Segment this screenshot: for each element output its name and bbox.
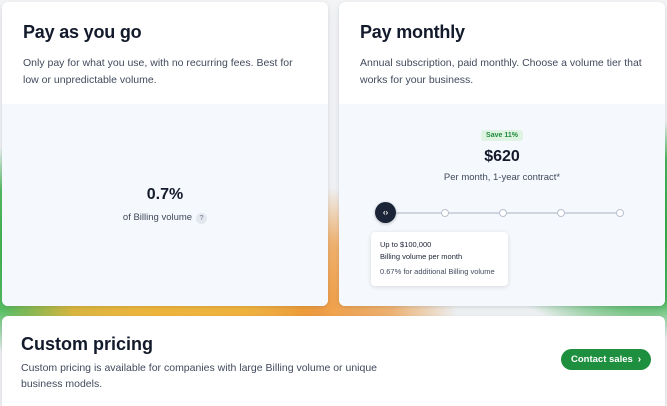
pay-monthly-body: Save 11% $620 Per month, 1-year contract… [339,104,665,306]
slider-thumb-icon[interactable]: ‹› [375,202,396,223]
billing-rate-label: of Billing volume [122,212,193,223]
contact-sales-label: Contact sales [571,354,633,365]
slider-stop-5[interactable] [616,209,624,217]
custom-pricing-card: Custom pricing Custom pricing is availab… [2,316,665,406]
pay-monthly-header: Pay monthly Annual subscription, paid mo… [339,2,665,104]
tier-volume-unit: Billing volume per month [380,252,463,261]
slider-stop-2[interactable] [441,209,449,217]
pay-monthly-card: Pay monthly Annual subscription, paid mo… [339,2,665,306]
pay-as-you-go-title: Pay as you go [23,22,142,42]
volume-tier-slider-track[interactable] [385,209,624,217]
custom-pricing-title: Custom pricing [21,334,154,354]
slider-stop-3[interactable] [499,209,507,217]
help-icon[interactable]: ? [196,213,208,224]
pay-as-you-go-header: Pay as you go Only pay for what you use,… [2,2,328,104]
pay-as-you-go-description: Only pay for what you use, with no recur… [23,57,293,86]
billing-rate-label-row: of Billing volume? [2,212,328,224]
pay-monthly-title: Pay monthly [360,22,465,42]
tier-details-popover: Up to $100,000 Billing volume per month … [371,232,508,286]
tier-volume-limit: Up to $100,000 [380,240,432,249]
pay-monthly-description: Annual subscription, paid monthly. Choos… [360,57,642,86]
slider-stop-4[interactable] [557,209,565,217]
pay-as-you-go-body: 0.7% of Billing volume? [2,104,328,306]
pay-as-you-go-card: Pay as you go Only pay for what you use,… [2,2,328,306]
custom-pricing-description: Custom pricing is available for companie… [21,362,378,390]
chevron-right-icon: › [637,353,642,365]
tier-overage-rate: 0.67% for additional Billing volume [380,267,495,276]
savings-badge: Save 11% [481,130,523,141]
monthly-price-label: Per month, 1-year contract* [443,172,561,183]
billing-rate: 0.7% [146,186,184,203]
contact-sales-button[interactable]: Contact sales › [561,349,652,370]
monthly-price: $620 [484,148,520,165]
